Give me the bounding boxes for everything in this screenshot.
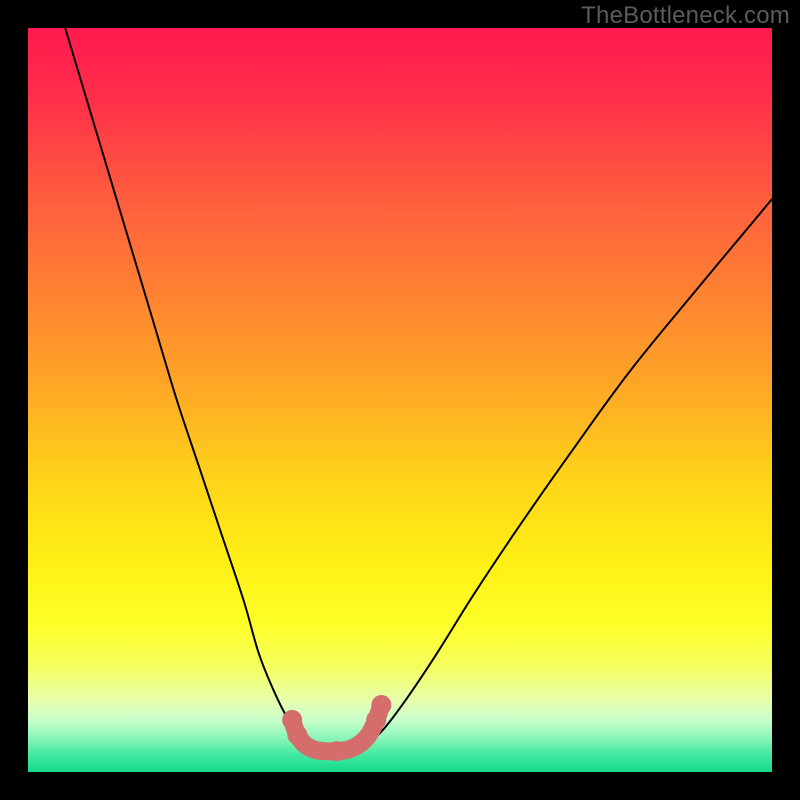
bottleneck-chart <box>28 28 772 772</box>
series-dot <box>327 741 347 761</box>
chart-container: TheBottleneck.com <box>0 0 800 800</box>
watermark-text: TheBottleneck.com <box>581 2 790 30</box>
chart-background <box>28 28 772 772</box>
series-dot <box>287 725 307 745</box>
series-dot <box>371 695 391 715</box>
